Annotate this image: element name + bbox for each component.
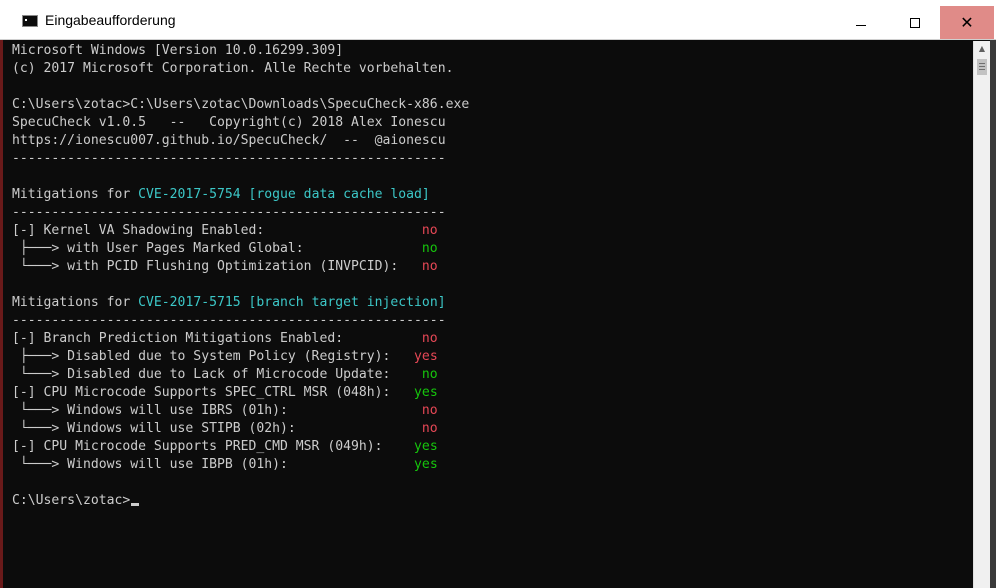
console-output[interactable]: Microsoft Windows [Version 10.0.16299.30… xyxy=(12,42,972,588)
console-text: no xyxy=(421,331,438,346)
console-text: yes xyxy=(414,349,438,364)
console-text: └───> Disabled due to Lack of Microcode … xyxy=(12,367,422,382)
console-text: [-] CPU Microcode Supports PRED_CMD MSR … xyxy=(12,439,415,454)
console-line: ├───> with User Pages Marked Global: no xyxy=(12,240,972,258)
console-line: Mitigations for CVE-2017-5754 [rogue dat… xyxy=(12,186,972,204)
console-text: no xyxy=(421,367,438,382)
console-text: └───> Windows will use STIPB (02h): xyxy=(12,421,422,436)
console-text: no xyxy=(421,241,438,256)
console-line: └───> Disabled due to Lack of Microcode … xyxy=(12,366,972,384)
console-line: [-] Branch Prediction Mitigations Enable… xyxy=(12,330,972,348)
close-icon: ✕ xyxy=(960,12,974,32)
console-text: SpecuCheck v1.0.5 -- Copyright(c) 2018 A… xyxy=(12,115,446,130)
maximize-icon xyxy=(910,17,920,28)
command-prompt-window: Eingabeaufforderung ✕ Microsoft Windows … xyxy=(0,0,996,588)
console-text: (c) 2017 Microsoft Corporation. Alle Rec… xyxy=(12,61,454,76)
console-text: Microsoft Windows [Version 10.0.16299.30… xyxy=(12,43,344,58)
window-title: Eingabeaufforderung xyxy=(45,12,176,28)
console-text: yes xyxy=(414,457,438,472)
text-cursor xyxy=(131,503,140,506)
console-line: ├───> Disabled due to System Policy (Reg… xyxy=(12,348,972,366)
console-text: [-] Branch Prediction Mitigations Enable… xyxy=(12,331,422,346)
desktop-background-edge-right xyxy=(990,40,996,588)
console-line: (c) 2017 Microsoft Corporation. Alle Rec… xyxy=(12,60,972,78)
console-text: C:\Users\zotac> xyxy=(12,493,131,508)
console-text: C:\Users\zotac>C:\Users\zotac\Downloads\… xyxy=(12,97,470,112)
console-text: ----------------------------------------… xyxy=(12,151,446,166)
desktop-background-edge xyxy=(0,40,3,588)
console-line: └───> with PCID Flushing Optimization (I… xyxy=(12,258,972,276)
console-line: ----------------------------------------… xyxy=(12,150,972,168)
console-text: no xyxy=(421,421,438,436)
console-line: [-] Kernel VA Shadowing Enabled: no xyxy=(12,222,972,240)
console-text: ----------------------------------------… xyxy=(12,205,446,220)
console-text: [-] Kernel VA Shadowing Enabled: xyxy=(12,223,422,238)
console-line: SpecuCheck v1.0.5 -- Copyright(c) 2018 A… xyxy=(12,114,972,132)
console-line: ----------------------------------------… xyxy=(12,204,972,222)
close-button[interactable]: ✕ xyxy=(940,6,994,39)
console-line: https://ionescu007.github.io/SpecuCheck/… xyxy=(12,132,972,150)
minimize-icon xyxy=(856,25,866,26)
console-line: [-] CPU Microcode Supports PRED_CMD MSR … xyxy=(12,438,972,456)
minimize-button[interactable] xyxy=(834,6,888,39)
console-text: ├───> with User Pages Marked Global: xyxy=(12,241,422,256)
console-text: Mitigations for xyxy=(12,187,139,202)
console-line: [-] CPU Microcode Supports SPEC_CTRL MSR… xyxy=(12,384,972,402)
console-text: ----------------------------------------… xyxy=(12,313,446,328)
console-line: └───> Windows will use STIPB (02h): no xyxy=(12,420,972,438)
console-line: C:\Users\zotac> xyxy=(12,492,972,510)
vertical-scrollbar[interactable]: ▲ xyxy=(973,41,990,588)
console-text: CVE-2017-5754 [rogue data cache load] xyxy=(138,187,430,202)
console-line: └───> Windows will use IBPB (01h): yes xyxy=(12,456,972,474)
console-text: no xyxy=(421,259,438,274)
console-text: CVE-2017-5715 [branch target injection] xyxy=(138,295,446,310)
console-text: [-] CPU Microcode Supports SPEC_CTRL MSR… xyxy=(12,385,415,400)
console-text: no xyxy=(421,403,438,418)
console-line: C:\Users\zotac>C:\Users\zotac\Downloads\… xyxy=(12,96,972,114)
console-line: ----------------------------------------… xyxy=(12,312,972,330)
console-text: └───> Windows will use IBRS (01h): xyxy=(12,403,422,418)
console-text: └───> with PCID Flushing Optimization (I… xyxy=(12,259,422,274)
scroll-thumb[interactable] xyxy=(977,59,987,75)
console-line: Mitigations for CVE-2017-5715 [branch ta… xyxy=(12,294,972,312)
console-text: https://ionescu007.github.io/SpecuCheck/… xyxy=(12,133,446,148)
console-text: no xyxy=(421,223,438,238)
console-text: yes xyxy=(414,439,438,454)
console-text: ├───> Disabled due to System Policy (Reg… xyxy=(12,349,415,364)
maximize-button[interactable] xyxy=(888,6,942,39)
console-app-icon[interactable] xyxy=(22,15,38,27)
title-bar[interactable]: Eingabeaufforderung ✕ xyxy=(0,0,996,40)
console-line: └───> Windows will use IBRS (01h): no xyxy=(12,402,972,420)
console-text: └───> Windows will use IBPB (01h): xyxy=(12,457,415,472)
scroll-up-arrow-icon[interactable]: ▲ xyxy=(974,41,990,57)
console-text: Mitigations for xyxy=(12,295,139,310)
console-line: Microsoft Windows [Version 10.0.16299.30… xyxy=(12,42,972,60)
console-text: yes xyxy=(414,385,438,400)
